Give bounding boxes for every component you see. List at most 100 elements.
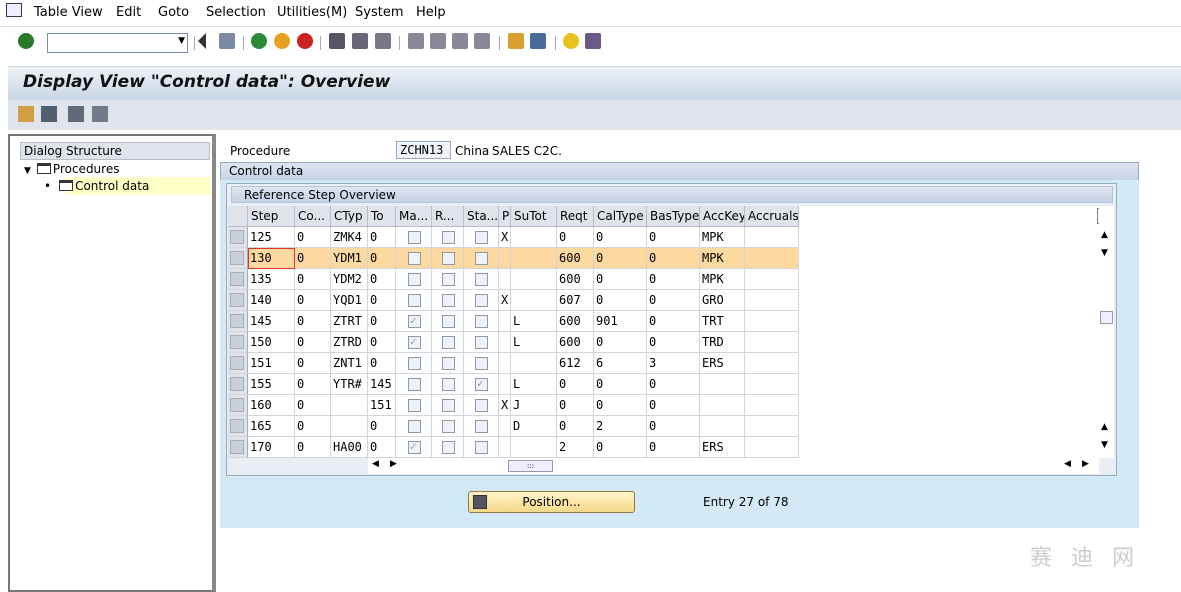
- checkbox[interactable]: [408, 252, 421, 265]
- cell-reqt[interactable]: 600: [557, 311, 594, 332]
- help-icon[interactable]: [563, 33, 579, 49]
- cell-co[interactable]: 0: [295, 416, 331, 437]
- scroll-up-bottom-icon[interactable]: ▲: [1101, 422, 1108, 432]
- cell-accr[interactable]: [745, 353, 799, 374]
- cell-reqt[interactable]: 2: [557, 437, 594, 458]
- column-header-cal[interactable]: CalType: [594, 206, 647, 227]
- cell-co[interactable]: 0: [295, 311, 331, 332]
- cell-accr[interactable]: [745, 332, 799, 353]
- cell-sutot[interactable]: J: [511, 395, 557, 416]
- cell-bas[interactable]: 0: [647, 248, 700, 269]
- cell-step[interactable]: 140: [248, 290, 295, 311]
- column-header-accr[interactable]: Accruals: [745, 206, 799, 227]
- cell-bas[interactable]: 0: [647, 437, 700, 458]
- cell-ctyp[interactable]: YDM1: [331, 248, 368, 269]
- select-all-icon[interactable]: [41, 106, 57, 122]
- checkbox[interactable]: [442, 252, 455, 265]
- scroll-down-bottom-icon[interactable]: ▼: [1101, 440, 1108, 450]
- row-selector[interactable]: [228, 290, 248, 311]
- column-header-r[interactable]: R...: [432, 206, 464, 227]
- checkbox[interactable]: [442, 441, 455, 454]
- cell-sutot[interactable]: L: [511, 311, 557, 332]
- chevron-down-icon[interactable]: ▼: [178, 36, 185, 46]
- cell-acc[interactable]: [700, 374, 745, 395]
- cell-reqt[interactable]: 0: [557, 395, 594, 416]
- checkbox[interactable]: [442, 399, 455, 412]
- cell-ctyp[interactable]: ZNT1: [331, 353, 368, 374]
- checkbox[interactable]: [475, 315, 488, 328]
- position-button[interactable]: Position...: [468, 491, 635, 513]
- checkbox[interactable]: [408, 420, 421, 433]
- cell-to[interactable]: 0: [368, 269, 396, 290]
- cell-co[interactable]: 0: [295, 374, 331, 395]
- column-header-sta[interactable]: Sta...: [464, 206, 499, 227]
- cell-co[interactable]: 0: [295, 332, 331, 353]
- table-row[interactable]: 1550YTR#145L000: [228, 374, 799, 395]
- column-header-ctyp[interactable]: CTyp: [331, 206, 368, 227]
- cell-ctyp[interactable]: ZMK4: [331, 227, 368, 248]
- cell-bas[interactable]: 0: [647, 332, 700, 353]
- tree-item-control-data[interactable]: • Control data: [44, 179, 149, 193]
- cell-p[interactable]: [499, 416, 511, 437]
- checkbox[interactable]: [475, 399, 488, 412]
- scroll-thumb[interactable]: [1100, 311, 1113, 324]
- cell-step[interactable]: 150: [248, 332, 295, 353]
- column-header-reqt[interactable]: Reqt: [557, 206, 594, 227]
- cell-p[interactable]: X: [499, 395, 511, 416]
- cell-co[interactable]: 0: [295, 269, 331, 290]
- table-row[interactable]: 1500ZTRD0L60000TRD: [228, 332, 799, 353]
- checkbox[interactable]: [408, 231, 421, 244]
- checkbox[interactable]: [475, 294, 488, 307]
- cell-to[interactable]: 0: [368, 437, 396, 458]
- cell-p[interactable]: [499, 374, 511, 395]
- column-header-to[interactable]: To: [368, 206, 396, 227]
- cell-cal[interactable]: 0: [594, 437, 647, 458]
- cell-acc[interactable]: TRD: [700, 332, 745, 353]
- next-page-icon[interactable]: [452, 33, 468, 49]
- cell-p[interactable]: [499, 353, 511, 374]
- print-icon[interactable]: [329, 33, 345, 49]
- table-row[interactable]: 135 0 YDM2 0 600 0 0 MPK: [228, 269, 799, 290]
- cell-p[interactable]: [499, 248, 511, 269]
- checkbox[interactable]: [408, 440, 421, 454]
- cell-sutot[interactable]: [511, 269, 557, 290]
- menu-help[interactable]: Help: [416, 5, 446, 20]
- checkbox[interactable]: [408, 378, 421, 391]
- menu-system[interactable]: System: [355, 5, 403, 20]
- shortcut-icon[interactable]: [530, 33, 546, 49]
- display-change-icon[interactable]: [18, 106, 34, 122]
- column-header-acc[interactable]: AccKey: [700, 206, 745, 227]
- checkbox[interactable]: [408, 335, 421, 349]
- scroll-up-icon[interactable]: ▲: [1101, 230, 1108, 240]
- cell-sutot[interactable]: [511, 290, 557, 311]
- cell-step[interactable]: 155: [248, 374, 295, 395]
- cell-sutot[interactable]: [511, 437, 557, 458]
- table-row[interactable]: 160 0 151 X J 0 0 0: [228, 395, 799, 416]
- checkbox[interactable]: [442, 378, 455, 391]
- vertical-scrollbar[interactable]: ▲ ▼ ▲ ▼: [1099, 206, 1114, 458]
- cell-cal[interactable]: 6: [594, 353, 647, 374]
- menu-selection[interactable]: Selection: [206, 5, 266, 20]
- cell-reqt[interactable]: 600: [557, 269, 594, 290]
- cell-accr[interactable]: [745, 395, 799, 416]
- table-row[interactable]: 151 0 ZNT1 0 612 6 3 ERS: [228, 353, 799, 374]
- cell-co[interactable]: 0: [295, 353, 331, 374]
- column-header-ma[interactable]: Ma...: [396, 206, 432, 227]
- cell-acc[interactable]: MPK: [700, 227, 745, 248]
- select-all-header[interactable]: [228, 206, 248, 227]
- cell-cal[interactable]: 0: [594, 332, 647, 353]
- cell-p[interactable]: [499, 311, 511, 332]
- system-menu-icon[interactable]: [6, 3, 22, 17]
- cell-p[interactable]: [499, 437, 511, 458]
- cell-acc[interactable]: MPK: [700, 269, 745, 290]
- row-selector[interactable]: [228, 416, 248, 437]
- cell-cal[interactable]: 0: [594, 395, 647, 416]
- cell-accr[interactable]: [745, 227, 799, 248]
- cell-to[interactable]: 0: [368, 248, 396, 269]
- cell-step[interactable]: 160: [248, 395, 295, 416]
- column-header-step[interactable]: Step: [248, 206, 295, 227]
- cell-p[interactable]: [499, 269, 511, 290]
- cell-p[interactable]: [499, 332, 511, 353]
- cell-acc[interactable]: GRO: [700, 290, 745, 311]
- cell-ctyp[interactable]: HA00: [331, 437, 368, 458]
